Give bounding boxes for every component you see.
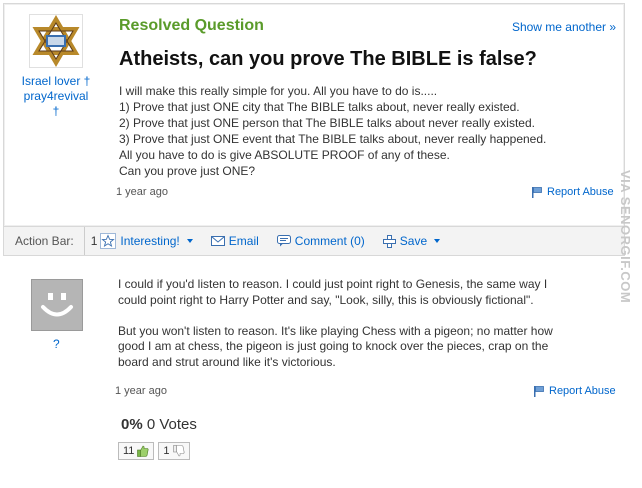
email-button[interactable]: Email: [210, 234, 259, 248]
thumbs-down-button[interactable]: 1: [158, 442, 190, 460]
answer-body-line: But you won't listen to reason. It's lik…: [118, 323, 553, 338]
show-me-another-link[interactable]: Show me another »: [512, 20, 616, 34]
watermark: VIA SENORGIF.COM: [618, 170, 633, 304]
vote-percent: 0%: [121, 416, 143, 433]
thumbs-down-count: 1: [163, 445, 170, 457]
report-abuse-label[interactable]: Report Abuse: [547, 186, 614, 198]
asker-sidebar: Israel lover † pray4revival †: [12, 14, 100, 119]
answer-body: I could if you'd listen to reason. I cou…: [118, 277, 618, 370]
comment-bubble-icon: [276, 235, 291, 247]
interesting-label[interactable]: Interesting!: [120, 234, 179, 248]
action-bar-label: Action Bar:: [4, 227, 85, 255]
answerer-avatar[interactable]: [31, 279, 83, 331]
asker-name-line2[interactable]: pray4revival: [12, 89, 100, 104]
question-body-line: 2) Prove that just ONE person that The B…: [119, 116, 535, 130]
chevron-down-icon[interactable]: [186, 239, 193, 243]
question-body: I will make this really simple for you. …: [119, 83, 599, 179]
interesting-count: 1: [90, 234, 98, 248]
save-label[interactable]: Save: [400, 234, 427, 248]
plus-icon: [382, 234, 396, 248]
star-icon: [100, 233, 117, 249]
interesting-button[interactable]: Interesting!: [100, 233, 193, 249]
answer-timestamp: 1 year ago: [115, 385, 167, 397]
question-body-line: 3) Prove that just ONE event that The BI…: [119, 132, 547, 146]
star-of-david-icon: [30, 15, 82, 67]
save-button[interactable]: Save: [382, 234, 441, 248]
thumbs-down-icon: [172, 445, 185, 457]
asker-name[interactable]: Israel lover † pray4revival †: [12, 74, 100, 119]
question-body-line: I will make this really simple for you. …: [119, 84, 438, 98]
thumbs-up-icon: [137, 445, 149, 457]
vote-count-text: 0 Votes: [146, 416, 197, 433]
question-body-line: All you have to do is give ABSOLUTE PROO…: [119, 148, 450, 162]
default-smiley-avatar-icon: [32, 280, 82, 330]
asker-name-line3[interactable]: †: [12, 104, 100, 119]
answer-body-line: could point right to Harry Potter and sa…: [118, 292, 534, 307]
question-panel: Israel lover † pray4revival † Resolved Q…: [3, 3, 625, 227]
question-status: Resolved Question: [119, 17, 264, 34]
asker-avatar[interactable]: [29, 14, 83, 68]
vote-buttons: 11 1: [118, 442, 190, 460]
question-timestamp: 1 year ago: [116, 186, 168, 198]
flag-icon: [532, 187, 542, 198]
answer-body-line: good I am at chess, the pigeon is just g…: [118, 339, 549, 353]
action-bar: Action Bar: 1 Interesting! Email Comment…: [3, 226, 625, 256]
answer-report-abuse-link[interactable]: Report Abuse: [533, 385, 616, 397]
envelope-icon: [210, 236, 225, 246]
chevron-down-icon[interactable]: [434, 239, 441, 243]
question-report-abuse-link[interactable]: Report Abuse: [531, 186, 614, 198]
asker-name-line1[interactable]: Israel lover †: [12, 74, 100, 89]
email-label[interactable]: Email: [229, 234, 259, 248]
comment-button[interactable]: Comment (0): [276, 234, 365, 248]
vote-summary: 0% 0 Votes: [121, 416, 197, 433]
answer-body-line: I could if you'd listen to reason. I cou…: [118, 277, 548, 291]
thumbs-up-count: 11: [123, 445, 135, 457]
thumbs-up-button[interactable]: 11: [118, 442, 155, 460]
comment-label[interactable]: Comment (0): [295, 234, 365, 248]
answer-body-line: board and strut around like it's victori…: [118, 354, 336, 369]
answerer-name[interactable]: ?: [53, 337, 60, 351]
question-body-line: 1) Prove that just ONE city that The BIB…: [119, 100, 520, 114]
report-abuse-label[interactable]: Report Abuse: [549, 385, 616, 397]
question-body-line: Can you prove just ONE?: [119, 164, 256, 178]
flag-icon: [534, 386, 544, 397]
question-title: Atheists, can you prove The BIBLE is fal…: [119, 48, 537, 70]
